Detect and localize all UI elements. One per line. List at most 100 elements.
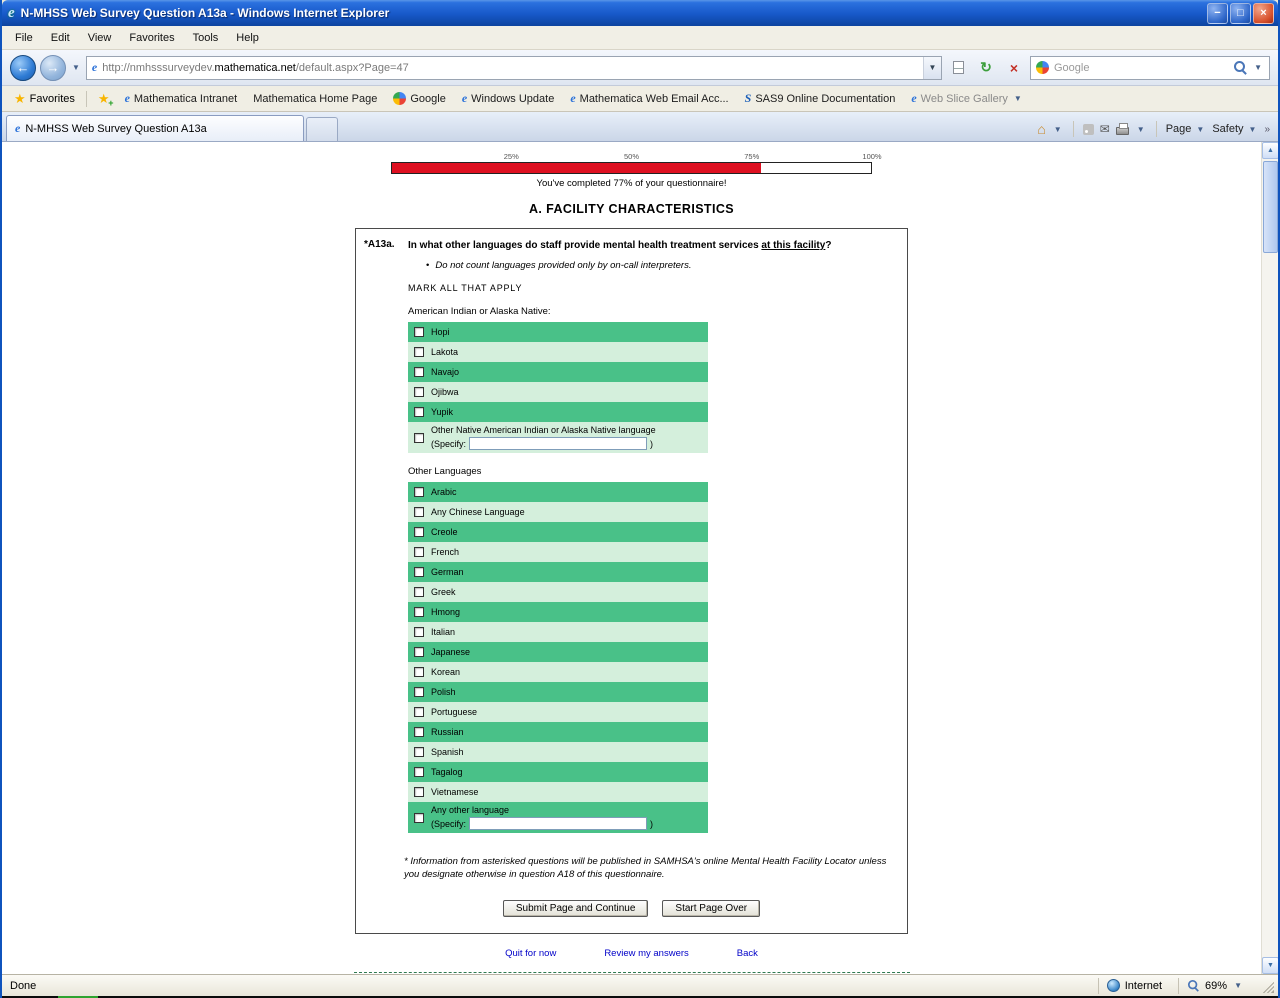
checkbox[interactable]: [414, 787, 424, 797]
refresh-button[interactable]: ↻: [974, 56, 998, 80]
address-dropdown-button[interactable]: ▼: [923, 57, 941, 79]
scroll-up-button[interactable]: ▲: [1262, 142, 1278, 159]
checkbox[interactable]: [414, 727, 424, 737]
new-tab-button[interactable]: [306, 117, 338, 141]
add-favorite-button[interactable]: ★: [92, 89, 116, 108]
quit-for-now-link[interactable]: Quit for now: [505, 948, 556, 959]
checkbox[interactable]: [414, 627, 424, 637]
search-magnifier-icon[interactable]: [1234, 61, 1247, 74]
favorites-item-web-slice-gallery[interactable]: eWeb Slice Gallery▼: [904, 88, 1030, 109]
menu-view[interactable]: View: [79, 28, 121, 48]
language-row-arabic[interactable]: Arabic: [408, 482, 708, 502]
favorites-item-google[interactable]: Google: [386, 89, 452, 108]
language-row-vietnamese[interactable]: Vietnamese: [408, 782, 708, 802]
review-my-answers-link[interactable]: Review my answers: [604, 948, 688, 959]
language-row-hopi[interactable]: Hopi: [408, 322, 708, 342]
history-dropdown-icon[interactable]: ▼: [70, 63, 82, 72]
language-row-russian[interactable]: Russian: [408, 722, 708, 742]
stop-button[interactable]: ×: [1002, 56, 1026, 80]
safety-menu-button[interactable]: Safety▼: [1212, 123, 1258, 135]
language-row-navajo[interactable]: Navajo: [408, 362, 708, 382]
language-row-chinese[interactable]: Any Chinese Language: [408, 502, 708, 522]
language-row-spanish[interactable]: Spanish: [408, 742, 708, 762]
zoom-control[interactable]: 69% ▼: [1178, 978, 1252, 994]
checkbox[interactable]: [414, 433, 424, 443]
address-input[interactable]: e http://nmhsssurveydev.mathematica.net/…: [86, 56, 942, 80]
other-native-specify-input[interactable]: [469, 437, 647, 450]
search-dropdown-icon[interactable]: ▼: [1252, 63, 1264, 72]
back-link[interactable]: Back: [737, 948, 758, 959]
checkbox[interactable]: [414, 747, 424, 757]
language-row-italian[interactable]: Italian: [408, 622, 708, 642]
checkbox[interactable]: [414, 767, 424, 777]
language-row-tagalog[interactable]: Tagalog: [408, 762, 708, 782]
favorites-item-mathematica-intranet[interactable]: eMathematica Intranet: [118, 88, 245, 109]
page-menu-button[interactable]: Page▼: [1166, 123, 1207, 135]
scrollbar-thumb[interactable]: [1263, 161, 1278, 253]
checkbox[interactable]: [414, 667, 424, 677]
vertical-scrollbar[interactable]: ▲ ▼: [1261, 142, 1278, 974]
forward-button[interactable]: →: [40, 55, 66, 81]
checkbox[interactable]: [414, 327, 424, 337]
menu-edit[interactable]: Edit: [42, 28, 79, 48]
checkbox[interactable]: [414, 487, 424, 497]
language-row-creole[interactable]: Creole: [408, 522, 708, 542]
favorites-item-mathematica-home-page[interactable]: Mathematica Home Page: [246, 90, 384, 108]
menu-file[interactable]: File: [6, 28, 42, 48]
maximize-button[interactable]: □: [1230, 3, 1251, 24]
menu-tools[interactable]: Tools: [184, 28, 228, 48]
language-row-hmong[interactable]: Hmong: [408, 602, 708, 622]
checkbox[interactable]: [414, 607, 424, 617]
menu-favorites[interactable]: Favorites: [120, 28, 183, 48]
tab-active[interactable]: e N-MHSS Web Survey Question A13a: [6, 115, 304, 141]
zoom-dropdown-icon[interactable]: ▼: [1232, 981, 1244, 990]
language-row-ojibwa[interactable]: Ojibwa: [408, 382, 708, 402]
search-input[interactable]: Google ▼: [1030, 56, 1270, 80]
checkbox[interactable]: [414, 407, 424, 417]
checkbox[interactable]: [414, 547, 424, 557]
language-row-portuguese[interactable]: Portuguese: [408, 702, 708, 722]
other-language-specify-input[interactable]: [469, 817, 647, 830]
checkbox[interactable]: [414, 707, 424, 717]
checkbox[interactable]: [414, 813, 424, 823]
scroll-down-button[interactable]: ▼: [1262, 957, 1278, 974]
favorites-item-windows-update[interactable]: eWindows Update: [455, 88, 561, 109]
print-dropdown-icon[interactable]: ▼: [1135, 125, 1147, 134]
print-button[interactable]: [1116, 127, 1129, 135]
start-page-over-button[interactable]: Start Page Over: [662, 900, 760, 917]
checkbox[interactable]: [414, 507, 424, 517]
language-row-korean[interactable]: Korean: [408, 662, 708, 682]
language-row-other-any[interactable]: Any other language (Specify: ): [408, 802, 708, 833]
checkbox[interactable]: [414, 527, 424, 537]
favorites-item-mathematica-web-email[interactable]: eMathematica Web Email Acc...: [563, 88, 735, 109]
checkbox[interactable]: [414, 587, 424, 597]
checkbox[interactable]: [414, 367, 424, 377]
compatibility-view-button[interactable]: [946, 56, 970, 80]
close-button[interactable]: ×: [1253, 3, 1274, 24]
language-row-greek[interactable]: Greek: [408, 582, 708, 602]
submit-page-button[interactable]: Submit Page and Continue: [503, 900, 649, 917]
checkbox[interactable]: [414, 347, 424, 357]
checkbox[interactable]: [414, 567, 424, 577]
checkbox[interactable]: [414, 647, 424, 657]
read-mail-button[interactable]: ✉: [1100, 122, 1110, 136]
minimize-button[interactable]: −: [1207, 3, 1228, 24]
favorites-item-sas9-documentation[interactable]: SSAS9 Online Documentation: [738, 88, 903, 109]
language-row-yupik[interactable]: Yupik: [408, 402, 708, 422]
home-dropdown-icon[interactable]: ▼: [1052, 125, 1064, 134]
checkbox[interactable]: [414, 687, 424, 697]
language-row-lakota[interactable]: Lakota: [408, 342, 708, 362]
toolbar-overflow-chevron[interactable]: »: [1264, 124, 1270, 135]
menu-help[interactable]: Help: [227, 28, 268, 48]
language-row-japanese[interactable]: Japanese: [408, 642, 708, 662]
language-row-german[interactable]: German: [408, 562, 708, 582]
back-button[interactable]: ←: [10, 55, 36, 81]
language-row-french[interactable]: French: [408, 542, 708, 562]
language-row-polish[interactable]: Polish: [408, 682, 708, 702]
checkbox[interactable]: [414, 387, 424, 397]
feeds-button[interactable]: [1083, 124, 1094, 135]
home-button[interactable]: ⌂: [1037, 121, 1045, 137]
title-bar[interactable]: e N-MHSS Web Survey Question A13a - Wind…: [2, 0, 1278, 26]
favorites-button[interactable]: ★ Favorites: [8, 89, 81, 108]
language-row-other-native[interactable]: Other Native American Indian or Alaska N…: [408, 422, 708, 453]
